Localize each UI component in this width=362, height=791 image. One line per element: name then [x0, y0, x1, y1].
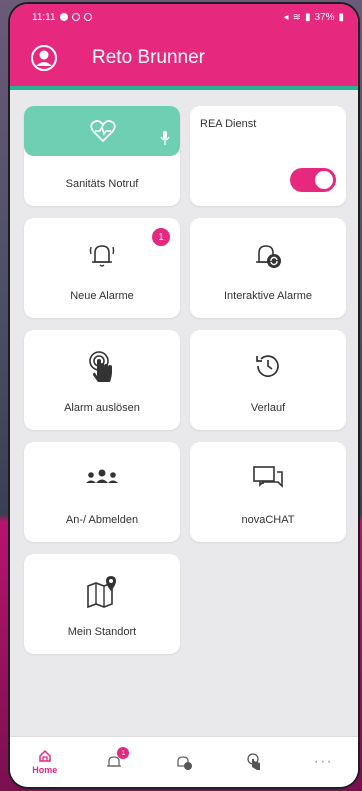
verlauf-label: Verlauf	[250, 402, 286, 414]
wifi-icon: ≋	[292, 11, 301, 23]
page-title: Reto Brunner	[92, 47, 206, 68]
rea-dienst-tile: REA Dienst	[190, 106, 346, 206]
mein-standort-label: Mein Standort	[67, 626, 137, 638]
chat-icon	[253, 466, 283, 488]
battery-icon: ▮	[338, 11, 344, 23]
phone-screen: 11:11 ◂ ≋ ▮ 37% ▮ Reto Brunner Sanitäts …	[10, 4, 358, 787]
home-icon	[39, 749, 51, 762]
app-header: Reto Brunner	[10, 30, 358, 90]
notification-icon-3	[83, 13, 92, 21]
group-users-icon	[86, 469, 118, 483]
map-pin-icon	[87, 576, 116, 608]
nav-alarms[interactable]: 1	[89, 747, 139, 771]
toggle-knob	[315, 171, 333, 189]
an-abmelden-tile[interactable]: An-/ Abmelden	[24, 442, 180, 542]
tap-hand-icon	[89, 351, 112, 382]
more-icon: ···	[313, 753, 333, 770]
sos-tile[interactable]: Sanitäts Notruf	[24, 106, 180, 206]
nav-alarm-badge: 1	[117, 747, 130, 759]
microphone-icon	[160, 131, 170, 145]
bell-ringing-icon	[89, 245, 115, 267]
nav-interactive-alarms[interactable]	[159, 753, 209, 771]
rea-dienst-label: REA Dienst	[200, 118, 257, 130]
sos-label: Sanitäts Notruf	[65, 178, 139, 190]
mute-icon: ◂	[283, 11, 289, 23]
interaktive-alarme-tile[interactable]: Interaktive Alarme	[190, 218, 346, 318]
bottom-navigation: Home 1 ···	[10, 736, 358, 787]
status-time: 11:11	[32, 11, 56, 23]
new-alarms-badge: 1	[152, 228, 170, 246]
nav-home[interactable]: Home	[20, 749, 70, 775]
neue-alarme-tile[interactable]: 1 Neue Alarme	[24, 218, 180, 318]
novachat-tile[interactable]: novaCHAT	[190, 442, 346, 542]
alarm-ausloesen-label: Alarm auslösen	[64, 402, 140, 414]
bell-refresh-icon	[177, 756, 192, 770]
heartbeat-icon	[90, 120, 116, 143]
bell-refresh-icon	[256, 245, 281, 268]
notification-icon-2	[71, 13, 80, 21]
an-abmelden-label: An-/ Abmelden	[65, 514, 139, 526]
profile-avatar-icon[interactable]	[30, 44, 58, 72]
nav-more[interactable]: ···	[298, 753, 348, 771]
battery-percent: 37%	[314, 11, 335, 23]
status-bar: 11:11 ◂ ≋ ▮ 37% ▮	[10, 4, 358, 30]
nav-trigger-alarm[interactable]	[229, 753, 279, 771]
notification-icon	[59, 13, 68, 21]
sos-button[interactable]	[24, 106, 180, 156]
rea-dienst-toggle[interactable]	[290, 168, 336, 192]
novachat-label: novaCHAT	[241, 514, 295, 526]
interaktive-alarme-label: Interaktive Alarme	[223, 290, 313, 302]
history-icon	[256, 355, 279, 377]
signal-icon: ▮	[304, 11, 311, 23]
verlauf-tile[interactable]: Verlauf	[190, 330, 346, 430]
nav-home-label: Home	[32, 765, 58, 775]
tap-hand-icon	[246, 753, 260, 770]
mein-standort-tile[interactable]: Mein Standort	[24, 554, 180, 654]
alarm-ausloesen-tile[interactable]: Alarm auslösen	[24, 330, 180, 430]
neue-alarme-label: Neue Alarme	[70, 290, 134, 302]
